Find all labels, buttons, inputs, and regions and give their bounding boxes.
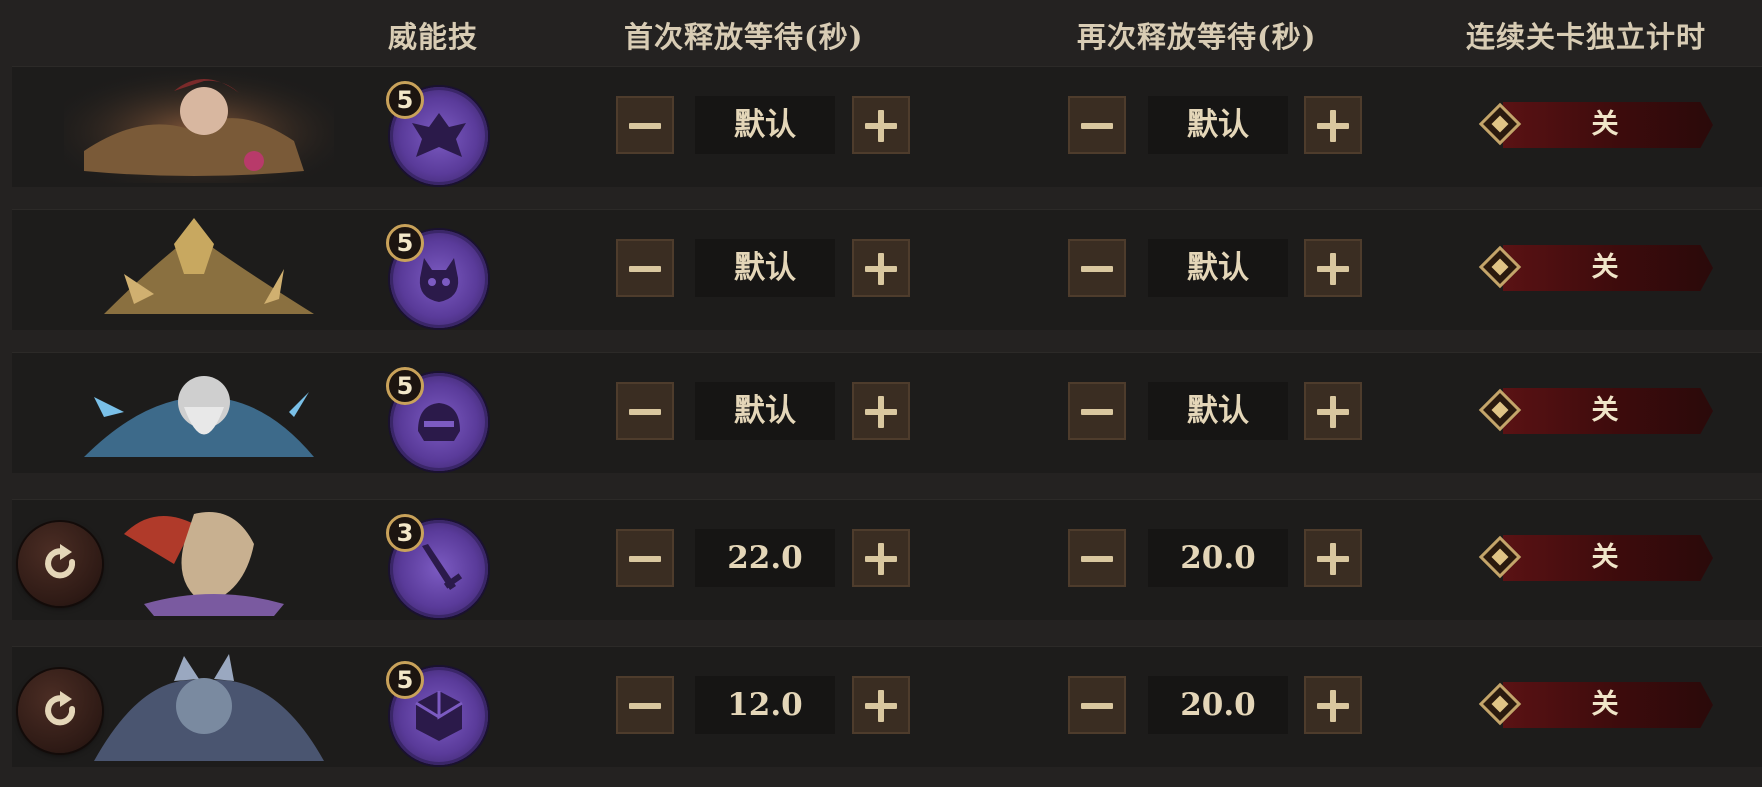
- table-header: 威能技 首次释放等待(秒) 再次释放等待(秒) 连续关卡独立计时: [0, 0, 1762, 62]
- repeat-wait-decrease-button[interactable]: [1068, 529, 1126, 587]
- repeat-wait-increase-button[interactable]: [1304, 529, 1362, 587]
- first-wait-increase-button[interactable]: [852, 382, 910, 440]
- first-wait-increase-button[interactable]: [852, 239, 910, 297]
- reset-button[interactable]: [18, 522, 102, 606]
- skill-level-badge: 3: [386, 514, 424, 552]
- repeat-wait-decrease-button[interactable]: [1068, 239, 1126, 297]
- skill-level-badge: 5: [386, 81, 424, 119]
- repeat-wait-increase-button[interactable]: [1304, 676, 1362, 734]
- first-wait-increase-button[interactable]: [852, 529, 910, 587]
- stage-timer-toggle[interactable]: 关: [1478, 243, 1725, 293]
- skill-slot[interactable]: 5: [386, 661, 492, 767]
- skill-slot[interactable]: 5: [386, 81, 492, 187]
- header-first-wait: 首次释放等待(秒): [624, 20, 864, 54]
- first-wait-decrease-button[interactable]: [616, 96, 674, 154]
- repeat-wait-increase-button[interactable]: [1304, 96, 1362, 154]
- repeat-wait-value: 20.0: [1148, 529, 1288, 587]
- boss-row: 5 默认 默认 关: [12, 209, 1762, 330]
- first-wait-increase-button[interactable]: [852, 676, 910, 734]
- stage-timer-toggle[interactable]: 关: [1478, 533, 1725, 583]
- first-wait-value: 22.0: [695, 529, 835, 587]
- skill-level-badge: 5: [386, 661, 424, 699]
- skill-slot[interactable]: 5: [386, 367, 492, 473]
- boss-row: 5 默认 默认 关: [12, 66, 1762, 187]
- boss-row: 3 22.0 20.0 关: [12, 499, 1762, 620]
- reset-button[interactable]: [18, 669, 102, 753]
- skill-level-badge: 5: [386, 224, 424, 262]
- boss-portrait: [64, 504, 334, 616]
- skill-slot[interactable]: 5: [386, 224, 492, 330]
- header-stage-timer: 连续关卡独立计时: [1466, 20, 1707, 54]
- boss-portrait: [64, 214, 334, 326]
- repeat-wait-increase-button[interactable]: [1304, 382, 1362, 440]
- skill-level-badge: 5: [386, 367, 424, 405]
- repeat-wait-decrease-button[interactable]: [1068, 382, 1126, 440]
- repeat-wait-decrease-button[interactable]: [1068, 676, 1126, 734]
- repeat-wait-decrease-button[interactable]: [1068, 96, 1126, 154]
- first-wait-decrease-button[interactable]: [616, 676, 674, 734]
- header-repeat-wait: 再次释放等待(秒): [1077, 20, 1317, 54]
- first-wait-increase-button[interactable]: [852, 96, 910, 154]
- first-wait-decrease-button[interactable]: [616, 239, 674, 297]
- first-wait-decrease-button[interactable]: [616, 529, 674, 587]
- skill-slot[interactable]: 3: [386, 514, 492, 620]
- boss-row: 5 12.0 20.0 关: [12, 646, 1762, 767]
- first-wait-value: 默认: [695, 239, 835, 297]
- repeat-wait-value: 默认: [1148, 96, 1288, 154]
- first-wait-value: 默认: [695, 96, 835, 154]
- repeat-wait-value: 默认: [1148, 382, 1288, 440]
- boss-portrait: [64, 357, 334, 469]
- stage-timer-toggle[interactable]: 关: [1478, 100, 1725, 150]
- stage-timer-toggle[interactable]: 关: [1478, 680, 1725, 730]
- first-wait-value: 默认: [695, 382, 835, 440]
- repeat-wait-value: 默认: [1148, 239, 1288, 297]
- stage-timer-toggle[interactable]: 关: [1478, 386, 1725, 436]
- refresh-icon: [45, 691, 76, 726]
- header-skill: 威能技: [388, 20, 479, 54]
- boss-row: 5 默认 默认 关: [12, 352, 1762, 473]
- boss-portrait: [64, 71, 334, 183]
- repeat-wait-increase-button[interactable]: [1304, 239, 1362, 297]
- first-wait-decrease-button[interactable]: [616, 382, 674, 440]
- refresh-icon: [45, 544, 76, 579]
- repeat-wait-value: 20.0: [1148, 676, 1288, 734]
- boss-portrait: [64, 651, 334, 763]
- first-wait-value: 12.0: [695, 676, 835, 734]
